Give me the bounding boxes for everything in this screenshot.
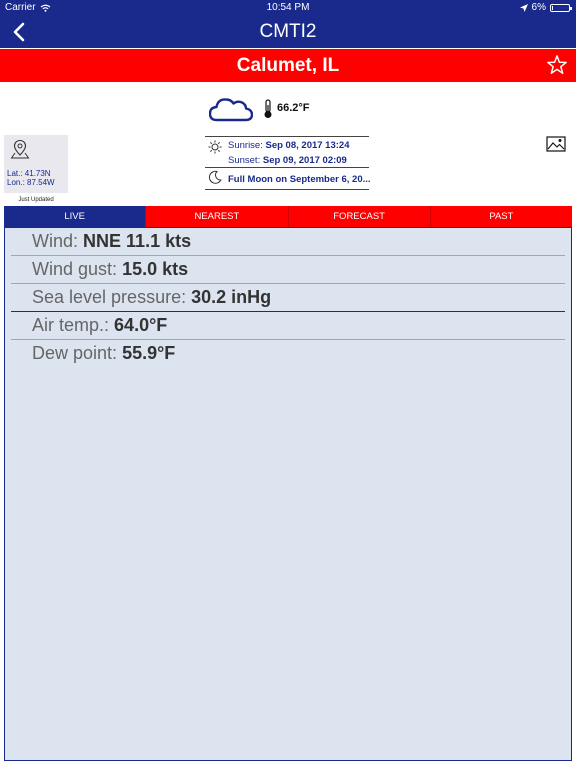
sunrise-value: Sep 08, 2017 13:24	[265, 140, 350, 151]
latitude: Lat.: 41.73N	[7, 169, 51, 178]
favorite-star-icon[interactable]	[546, 54, 568, 76]
sunrise-line: Sunrise: Sep 08, 2017 13:24	[228, 140, 349, 151]
dew-point-label: Dew point:	[32, 343, 118, 363]
map-pin-icon	[10, 139, 30, 159]
sunset-line: Sunset: Sep 09, 2017 02:09	[228, 155, 347, 166]
status-time: 10:54 PM	[266, 2, 310, 13]
status-right: 6%	[519, 2, 572, 13]
air-temp-label: Air temp.:	[32, 315, 110, 335]
tab-forecast[interactable]: FORECAST	[288, 206, 431, 227]
location-panel[interactable]: Lat.: 41.73N Lon.: 87.54W	[4, 135, 68, 193]
nav-bar: CMTI2	[0, 16, 576, 48]
dew-point-value: 55.9°F	[122, 343, 176, 363]
pressure-row: Sea level pressure: 30.2 inHg	[11, 284, 565, 312]
location-arrow-icon	[519, 3, 528, 12]
longitude: Lon.: 87.54W	[7, 178, 55, 187]
station-bar: Calumet, IL	[0, 49, 576, 82]
sun-moon-panel: Sunrise: Sep 08, 2017 13:24 Sunset: Sep …	[205, 136, 371, 190]
moon-phase: Full Moon on September 6, 20...	[228, 174, 371, 185]
wind-gust-label: Wind gust:	[32, 259, 118, 279]
wind-label: Wind:	[32, 231, 79, 251]
sunrise-label: Sunrise:	[228, 140, 263, 151]
status-bar: Carrier 10:54 PM 6%	[0, 0, 576, 16]
update-status: Just Updated	[18, 197, 54, 203]
station-name: Calumet, IL	[236, 55, 340, 76]
dew-point-row: Dew point: 55.9°F	[11, 340, 565, 367]
wind-value: NNE 11.1 kts	[83, 231, 192, 251]
wind-gust-value: 15.0 kts	[122, 259, 189, 279]
wind-gust-row: Wind gust: 15.0 kts	[11, 256, 565, 284]
tab-past[interactable]: PAST	[430, 206, 572, 227]
sunset-value: Sep 09, 2017 02:09	[262, 155, 347, 166]
live-data-panel: Wind: NNE 11.1 kts Wind gust: 15.0 kts S…	[4, 227, 572, 761]
moon-icon	[208, 170, 222, 184]
thermometer-icon	[264, 99, 272, 118]
wind-row: Wind: NNE 11.1 kts	[11, 228, 565, 256]
sun-moon-divider	[205, 167, 369, 168]
image-icon[interactable]	[546, 136, 566, 152]
cloud-icon	[209, 98, 253, 122]
current-temperature: 66.2°F	[277, 102, 310, 114]
pressure-value: 30.2 inHg	[191, 287, 272, 307]
air-temp-row: Air temp.: 64.0°F	[11, 312, 565, 340]
sunset-label: Sunset:	[228, 155, 261, 166]
tab-live[interactable]: LIVE	[4, 206, 147, 227]
nav-title: CMTI2	[259, 21, 317, 42]
battery-percent: 6%	[531, 2, 546, 13]
tab-bar: LIVE NEAREST FORECAST PAST	[4, 206, 572, 227]
air-temp-value: 64.0°F	[114, 315, 168, 335]
sun-icon	[208, 140, 222, 154]
battery-icon	[550, 3, 572, 12]
pressure-label: Sea level pressure:	[32, 287, 187, 307]
battery-level-fill	[552, 5, 553, 10]
tab-nearest[interactable]: NEAREST	[146, 206, 289, 227]
